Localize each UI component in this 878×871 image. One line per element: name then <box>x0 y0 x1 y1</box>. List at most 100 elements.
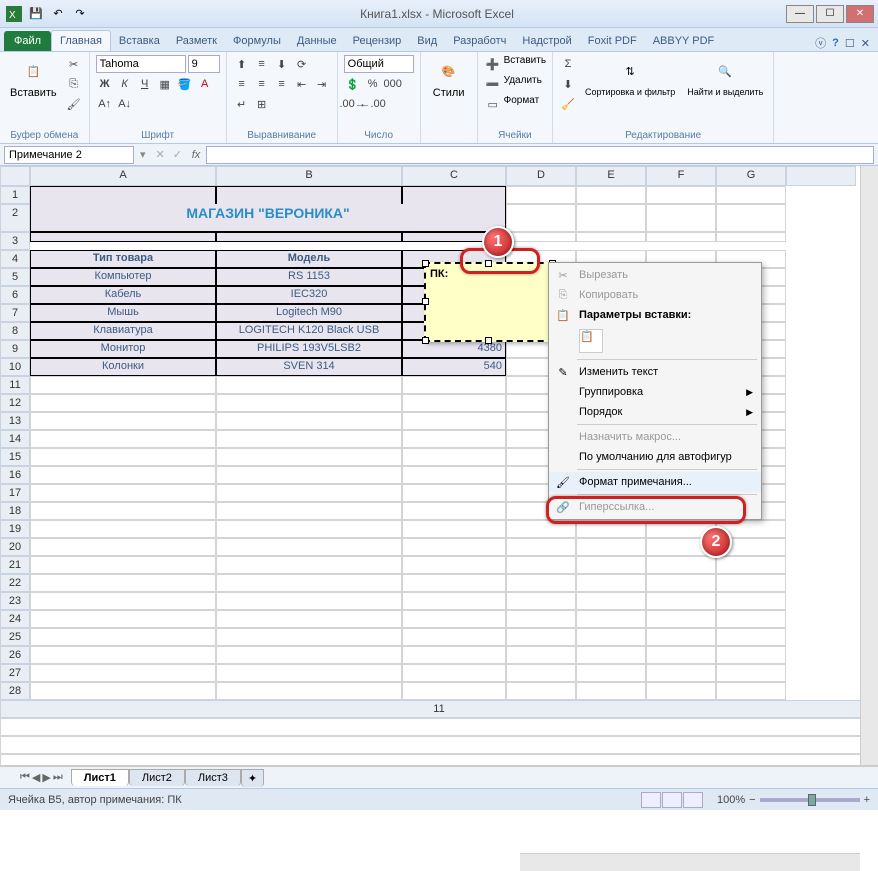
insert-cells-icon[interactable]: ➕ <box>484 55 502 73</box>
tab-review[interactable]: Рецензир <box>345 31 410 51</box>
ctx-assign-macro[interactable]: Назначить макрос... <box>549 427 761 447</box>
align-right-icon[interactable]: ≡ <box>273 75 291 93</box>
ctx-format-comment[interactable]: 🖌Формат примечания... <box>549 472 761 492</box>
minimize-button[interactable]: — <box>786 5 814 23</box>
row-header[interactable]: 28 <box>0 682 30 700</box>
zoom-out-icon[interactable]: − <box>749 794 755 806</box>
row-header[interactable]: 21 <box>0 556 30 574</box>
select-all-corner[interactable] <box>0 166 30 186</box>
table-header[interactable]: Модель <box>216 250 402 268</box>
row-header[interactable]: 16 <box>0 466 30 484</box>
increase-font-icon[interactable]: A↑ <box>96 95 114 113</box>
sheet-nav-last-icon[interactable]: ⏭ <box>53 771 63 784</box>
row-header[interactable]: 3 <box>0 232 30 250</box>
comma-icon[interactable]: 000 <box>384 75 402 93</box>
clear-icon[interactable]: 🧹 <box>559 95 577 113</box>
zoom-slider[interactable] <box>760 798 860 802</box>
cut-icon[interactable]: ✂ <box>65 55 83 73</box>
col-header[interactable]: B <box>216 166 402 186</box>
sheet-nav-next-icon[interactable]: ▶ <box>42 771 50 784</box>
align-middle-icon[interactable]: ≡ <box>253 55 271 73</box>
underline-icon[interactable]: Ч <box>136 75 154 93</box>
align-center-icon[interactable]: ≡ <box>253 75 271 93</box>
ctx-hyperlink[interactable]: 🔗Гиперссылка... <box>549 497 761 517</box>
help-icon[interactable]: ? <box>832 37 839 49</box>
decrease-font-icon[interactable]: A↓ <box>116 95 134 113</box>
row-header[interactable]: 4 <box>0 250 30 268</box>
col-header[interactable]: D <box>506 166 576 186</box>
row-header[interactable]: 25 <box>0 628 30 646</box>
col-header[interactable]: F <box>646 166 716 186</box>
tab-addins[interactable]: Надстрой <box>514 31 579 51</box>
row-header[interactable]: 13 <box>0 412 30 430</box>
formula-input[interactable] <box>206 146 874 164</box>
border-icon[interactable]: ▦ <box>156 75 174 93</box>
font-name-combo[interactable]: Tahoma <box>96 55 186 73</box>
bold-icon[interactable]: Ж <box>96 75 114 93</box>
table-title[interactable]: МАГАЗИН "ВЕРОНИКА" <box>30 204 506 232</box>
fx-icon[interactable]: fx <box>186 149 206 161</box>
tab-view[interactable]: Вид <box>409 31 445 51</box>
tab-insert[interactable]: Вставка <box>111 31 168 51</box>
ctx-cut[interactable]: ✂Вырезать <box>549 265 761 285</box>
view-normal-icon[interactable] <box>641 792 661 808</box>
tab-foxit[interactable]: Foxit PDF <box>580 31 645 51</box>
maximize-button[interactable]: ☐ <box>816 5 844 23</box>
delete-cells-icon[interactable]: ➖ <box>484 75 502 93</box>
currency-icon[interactable]: 💲 <box>344 75 362 93</box>
fill-color-icon[interactable]: 🪣 <box>176 75 194 93</box>
indent-dec-icon[interactable]: ⇤ <box>293 75 311 93</box>
row-header[interactable]: 5 <box>0 268 30 286</box>
row-header[interactable]: 27 <box>0 664 30 682</box>
align-bottom-icon[interactable]: ⬇ <box>273 55 291 73</box>
styles-button[interactable]: 🎨 Стили <box>427 55 471 101</box>
row-header[interactable]: 12 <box>0 394 30 412</box>
window-restore-icon[interactable]: ☐ <box>845 37 855 50</box>
row-header[interactable]: 22 <box>0 574 30 592</box>
fill-icon[interactable]: ⬇ <box>559 75 577 93</box>
name-box[interactable]: Примечание 2 <box>4 146 134 164</box>
sheet-tab[interactable]: Лист3 <box>185 769 241 786</box>
save-icon[interactable]: 💾 <box>26 4 46 24</box>
wrap-text-icon[interactable]: ↵ <box>233 95 251 113</box>
row-header[interactable]: 2 <box>0 204 30 232</box>
cancel-icon[interactable]: ✕ <box>156 148 165 161</box>
merge-icon[interactable]: ⊞ <box>253 95 271 113</box>
undo-icon[interactable]: ↶ <box>48 4 68 24</box>
col-header[interactable]: C <box>402 166 506 186</box>
row-header[interactable]: 8 <box>0 322 30 340</box>
zoom-in-icon[interactable]: + <box>864 794 870 806</box>
orientation-icon[interactable]: ⟳ <box>293 55 311 73</box>
font-color-icon[interactable]: A <box>196 75 214 93</box>
tab-data[interactable]: Данные <box>289 31 345 51</box>
horizontal-scrollbar[interactable] <box>520 853 860 871</box>
italic-icon[interactable]: К <box>116 75 134 93</box>
col-header[interactable]: A <box>30 166 216 186</box>
row-header[interactable]: 7 <box>0 304 30 322</box>
minimize-ribbon-icon[interactable]: ⓥ <box>815 35 826 51</box>
window-close-icon[interactable]: ✕ <box>861 37 870 50</box>
indent-inc-icon[interactable]: ⇥ <box>313 75 331 93</box>
row-header[interactable]: 17 <box>0 484 30 502</box>
excel-icon[interactable]: X <box>4 4 24 24</box>
autosum-icon[interactable]: Σ <box>559 55 577 73</box>
table-header[interactable]: Тип товара <box>30 250 216 268</box>
row-header[interactable]: 11 <box>0 376 30 394</box>
row-header[interactable]: 10 <box>0 358 30 376</box>
redo-icon[interactable]: ↷ <box>70 4 90 24</box>
format-cells-icon[interactable]: ▭ <box>484 95 502 113</box>
font-size-combo[interactable]: 9 <box>188 55 220 73</box>
dec-decimal-icon[interactable]: ←.00 <box>364 95 382 113</box>
new-sheet-icon[interactable]: ✦ <box>241 769 264 787</box>
row-header[interactable]: 1 <box>0 186 30 204</box>
row-header[interactable]: 6 <box>0 286 30 304</box>
tab-formulas[interactable]: Формулы <box>225 31 289 51</box>
sort-filter-button[interactable]: ⇅ Сортировка и фильтр <box>581 55 679 99</box>
ctx-order[interactable]: Порядок▶ <box>549 402 761 422</box>
row-header[interactable]: 11 <box>0 700 878 718</box>
row-header[interactable]: 14 <box>0 430 30 448</box>
cell-comment[interactable]: ПК: <box>424 262 554 342</box>
row-header[interactable]: 20 <box>0 538 30 556</box>
tab-developer[interactable]: Разработч <box>445 31 514 51</box>
paste-option-icon[interactable]: 📋 <box>579 329 603 353</box>
